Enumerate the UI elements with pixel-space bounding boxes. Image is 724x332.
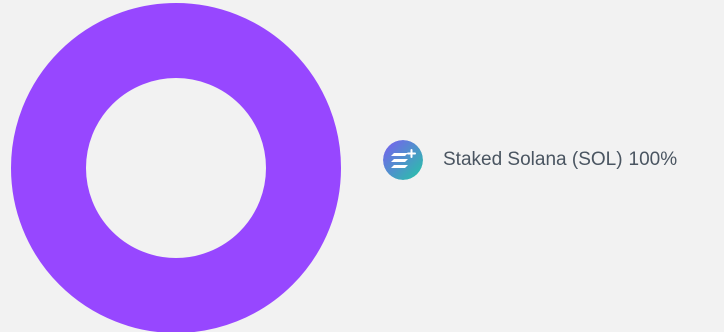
donut-chart: [0, 0, 360, 332]
donut-slice-0: [11, 3, 341, 332]
chart-container: Staked Solana (SOL) 100%: [0, 0, 724, 332]
legend: Staked Solana (SOL) 100%: [383, 140, 677, 180]
legend-label: Staked Solana (SOL): [443, 149, 623, 170]
donut-svg: [11, 3, 341, 332]
legend-percent: 100%: [628, 149, 678, 170]
legend-text: Staked Solana (SOL) 100%: [443, 149, 677, 171]
staked-solana-icon: [383, 140, 423, 180]
staked-solana-icon-svg: [383, 140, 423, 180]
